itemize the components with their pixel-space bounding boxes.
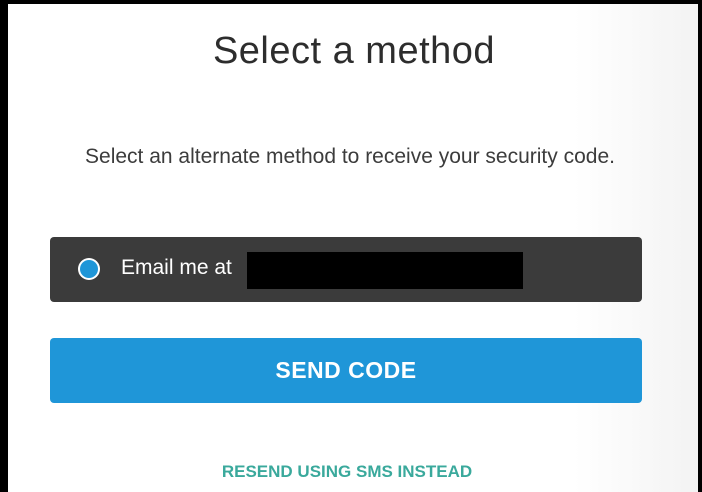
radio-selected-icon[interactable] [80,260,98,278]
send-code-button[interactable]: SEND CODE [50,338,642,403]
page-title: Select a method [212,30,496,72]
email-method-option[interactable]: Email me at [50,237,642,302]
email-method-label: Email me at [121,256,232,279]
redacted-email-block [247,252,523,289]
resend-sms-link[interactable]: RESEND USING SMS INSTEAD [8,462,686,482]
instructions-text: Select an alternate method to receive yo… [85,145,615,168]
select-method-panel: Select a method Select an alternate meth… [8,4,698,492]
